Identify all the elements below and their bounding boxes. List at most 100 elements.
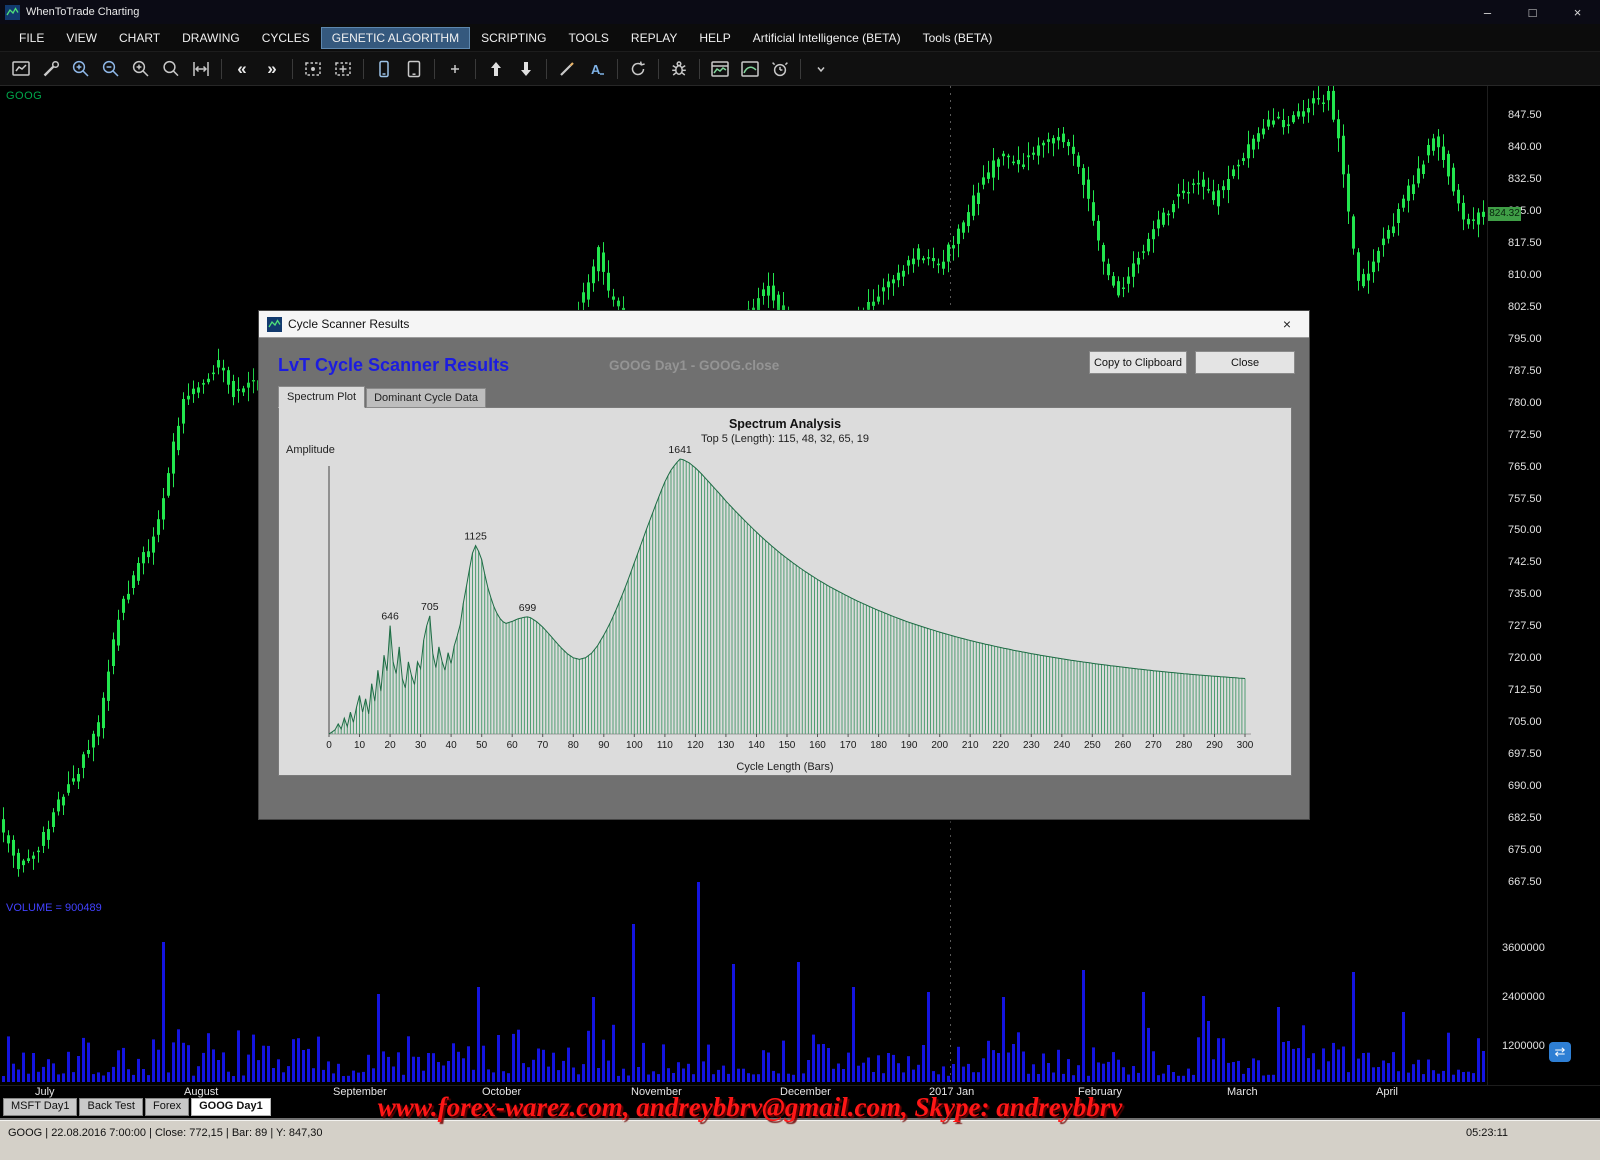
minimize-button[interactable]: – [1465, 0, 1510, 24]
toolbar-separator [800, 59, 801, 79]
price-axis-label: 690.00 [1508, 780, 1542, 792]
font-size-icon[interactable]: A [583, 55, 611, 82]
price-axis-label: 720.00 [1508, 652, 1542, 664]
swap-arrows-icon[interactable]: ⇄ [1549, 1042, 1571, 1062]
window-titlebar: WhenToTrade Charting – □ × [0, 0, 1600, 24]
svg-text:130: 130 [718, 740, 735, 751]
price-axis-label: 697.50 [1508, 748, 1542, 760]
month-label-march: March [1227, 1086, 1258, 1098]
svg-text:1641: 1641 [668, 444, 692, 456]
svg-text:60: 60 [507, 740, 519, 751]
dialog-title: Cycle Scanner Results [288, 317, 409, 331]
menu-artificial-intelligence-beta[interactable]: Artificial Intelligence (BETA) [742, 27, 912, 49]
tablet-icon[interactable] [400, 55, 428, 82]
svg-text:50: 50 [476, 740, 488, 751]
toolbar-separator [363, 59, 364, 79]
symbol-label: GOOG [6, 90, 42, 102]
dialog-titlebar[interactable]: Cycle Scanner Results × [259, 311, 1309, 338]
zoom-area-icon[interactable] [127, 55, 155, 82]
svg-text:0: 0 [326, 740, 332, 751]
sheet-tab-back-test[interactable]: Back Test [79, 1098, 143, 1116]
svg-text:200: 200 [931, 740, 948, 751]
menu-view[interactable]: VIEW [55, 27, 108, 49]
svg-text:90: 90 [598, 740, 610, 751]
svg-text:280: 280 [1176, 740, 1193, 751]
svg-text:80: 80 [568, 740, 580, 751]
zoom-out-icon[interactable] [97, 55, 125, 82]
volume-axis-label: 1200000 [1502, 1040, 1545, 1052]
status-text: GOOG | 22.08.2016 7:00:00 | Close: 772,1… [8, 1127, 323, 1139]
curve-window-icon[interactable] [736, 55, 764, 82]
time-axis[interactable]: JulyAugustSeptemberOctoberNovemberDecemb… [0, 1085, 1600, 1098]
menu-replay[interactable]: REPLAY [620, 27, 688, 49]
toolbar-separator [658, 59, 659, 79]
menu-genetic-algorithm[interactable]: GENETIC ALGORITHM [321, 27, 470, 49]
menu-tools-beta[interactable]: Tools (BETA) [912, 27, 1004, 49]
menu-drawing[interactable]: DRAWING [171, 27, 251, 49]
more-dropdown-icon[interactable] [807, 55, 835, 82]
spectrum-subtitle: Top 5 (Length): 115, 48, 32, 65, 19 [279, 433, 1291, 445]
price-axis-label: 667.50 [1508, 876, 1542, 888]
status-bar: GOOG | 22.08.2016 7:00:00 | Close: 772,1… [0, 1120, 1600, 1160]
menu-chart[interactable]: CHART [108, 27, 171, 49]
svg-text:646: 646 [381, 611, 399, 623]
menu-file[interactable]: FILE [8, 27, 55, 49]
phone-icon[interactable] [370, 55, 398, 82]
dialog-close-button[interactable]: Close [1195, 351, 1295, 374]
alarm-icon[interactable] [766, 55, 794, 82]
arrow-up-icon[interactable] [482, 55, 510, 82]
menu-scripting[interactable]: SCRIPTING [470, 27, 557, 49]
month-label-april: April [1376, 1086, 1398, 1098]
svg-text:240: 240 [1053, 740, 1070, 751]
spectrum-panel: 0102030405060708090100110120130140150160… [278, 407, 1292, 776]
sheet-tab-msft-day1[interactable]: MSFT Day1 [3, 1098, 77, 1116]
dialog-tab-dominant-cycle-data[interactable]: Dominant Cycle Data [366, 388, 486, 408]
refresh-icon[interactable] [624, 55, 652, 82]
svg-text:230: 230 [1023, 740, 1040, 751]
month-label-december: December [780, 1086, 831, 1098]
price-axis-label: 727.50 [1508, 620, 1542, 632]
step-forward-icon[interactable]: » [258, 55, 286, 82]
price-axis-label: 712.50 [1508, 684, 1542, 696]
spectrum-chart: 0102030405060708090100110120130140150160… [279, 408, 1291, 775]
select-region-icon[interactable] [299, 55, 327, 82]
volume-axis-label: 3600000 [1502, 942, 1545, 954]
svg-text:260: 260 [1115, 740, 1132, 751]
step-backward-icon[interactable]: « [228, 55, 256, 82]
plus-icon[interactable] [441, 55, 469, 82]
price-axis-label: 817.50 [1508, 237, 1542, 249]
search-icon[interactable] [157, 55, 185, 82]
close-button[interactable]: × [1555, 0, 1600, 24]
toolbar: «» A [0, 52, 1600, 86]
indicator-window-icon[interactable] [706, 55, 734, 82]
price-axis[interactable]: 847.50840.00832.50825.00817.50810.00802.… [1487, 86, 1600, 1085]
dialog-tab-spectrum-plot[interactable]: Spectrum Plot [278, 386, 365, 408]
arrow-down-icon[interactable] [512, 55, 540, 82]
menu-help[interactable]: HELP [688, 27, 741, 49]
cycle-scanner-dialog: Cycle Scanner Results × LvT Cycle Scanne… [258, 310, 1310, 820]
wrench-icon[interactable] [37, 55, 65, 82]
price-axis-label: 802.50 [1508, 301, 1542, 313]
price-axis-label: 742.50 [1508, 556, 1542, 568]
crosshair-region-icon[interactable] [329, 55, 357, 82]
fit-width-icon[interactable] [187, 55, 215, 82]
month-label-february: February [1078, 1086, 1122, 1098]
zoom-in-icon[interactable] [67, 55, 95, 82]
maximize-button[interactable]: □ [1510, 0, 1555, 24]
menu-cycles[interactable]: CYCLES [251, 27, 321, 49]
sheet-tab-forex[interactable]: Forex [145, 1098, 189, 1116]
chart-settings-icon[interactable] [7, 55, 35, 82]
svg-text:1125: 1125 [464, 531, 487, 543]
price-axis-label: 787.50 [1508, 365, 1542, 377]
price-axis-label: 765.00 [1508, 461, 1542, 473]
svg-text:110: 110 [657, 740, 673, 751]
copy-to-clipboard-button[interactable]: Copy to Clipboard [1089, 351, 1187, 374]
bug-icon[interactable] [665, 55, 693, 82]
menu-tools[interactable]: TOOLS [557, 27, 619, 49]
menu-bar: FILEVIEWCHARTDRAWINGCYCLESGENETIC ALGORI… [0, 24, 1600, 52]
sheet-tab-goog-day1[interactable]: GOOG Day1 [191, 1098, 271, 1116]
price-axis-label: 750.00 [1508, 524, 1542, 536]
dialog-close-icon[interactable]: × [1265, 311, 1309, 337]
pencil-icon[interactable] [553, 55, 581, 82]
toolbar-separator [292, 59, 293, 79]
